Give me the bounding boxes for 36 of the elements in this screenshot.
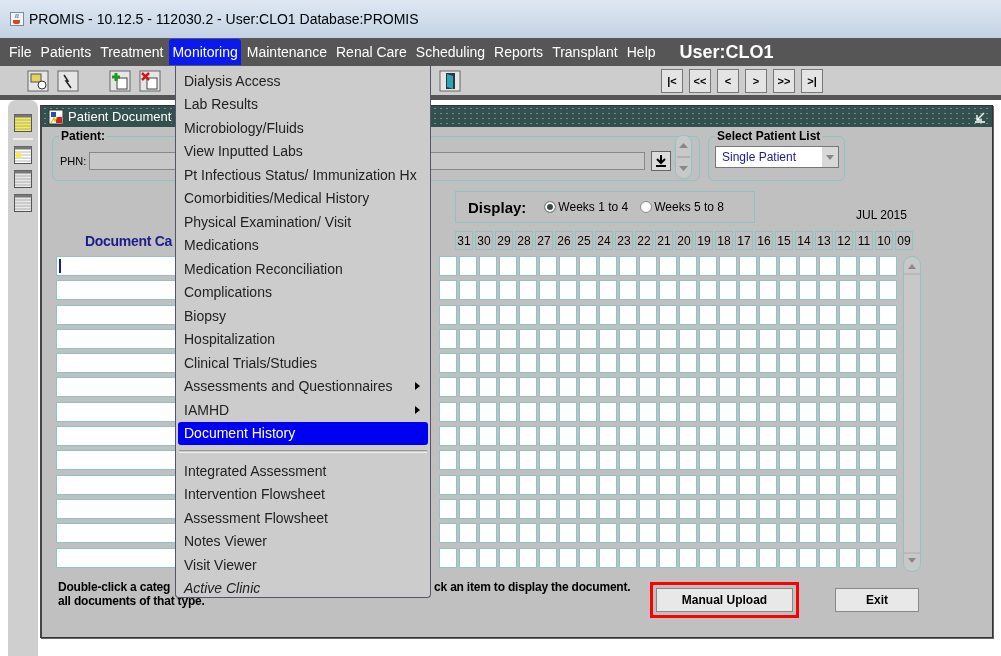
hint-text: ck an item to display the document. [434, 580, 631, 594]
date-header: 22 [635, 231, 653, 250]
date-header: 18 [715, 231, 733, 250]
group-legend: Select Patient List [715, 129, 823, 143]
date-header: 24 [595, 231, 613, 250]
hint-text: Double-click a categ [58, 580, 171, 594]
date-header: 31 [455, 231, 473, 250]
field-label: PHN: [60, 155, 87, 167]
date-header: 15 [775, 231, 793, 250]
date-header: 14 [795, 231, 813, 250]
date-header: 17 [735, 231, 753, 250]
hint-text: all documents of that type. [58, 594, 206, 608]
date-header: 27 [535, 231, 553, 250]
date-header: 29 [495, 231, 513, 250]
user-label: User:CLO1 [679, 41, 774, 63]
date-header: 23 [615, 231, 633, 250]
month-label: JUL 2015 [856, 208, 907, 222]
date-header: 13 [815, 231, 833, 250]
display-label: Display: [468, 198, 527, 216]
window-title: Patient Document [68, 109, 172, 124]
date-header: 19 [695, 231, 713, 250]
group-legend: Patient: [59, 129, 107, 143]
date-header: 10 [875, 231, 893, 250]
window-title: PROMIS - 10.12.5 - 112030.2 - User:CLO1 Database:PROMIS [29, 11, 419, 27]
date-header: 09 [895, 231, 913, 250]
date-header: 30 [475, 231, 493, 250]
date-header: 11 [855, 231, 873, 250]
date-header: 25 [575, 231, 593, 250]
date-header: 26 [555, 231, 573, 250]
date-header: 16 [755, 231, 773, 250]
dropdown-value: Single Patient [722, 150, 797, 164]
date-header: 12 [835, 231, 853, 250]
date-header: 20 [675, 231, 693, 250]
date-header: 21 [655, 231, 673, 250]
date-header: 28 [515, 231, 533, 250]
column-heading: Document Ca [85, 233, 172, 249]
